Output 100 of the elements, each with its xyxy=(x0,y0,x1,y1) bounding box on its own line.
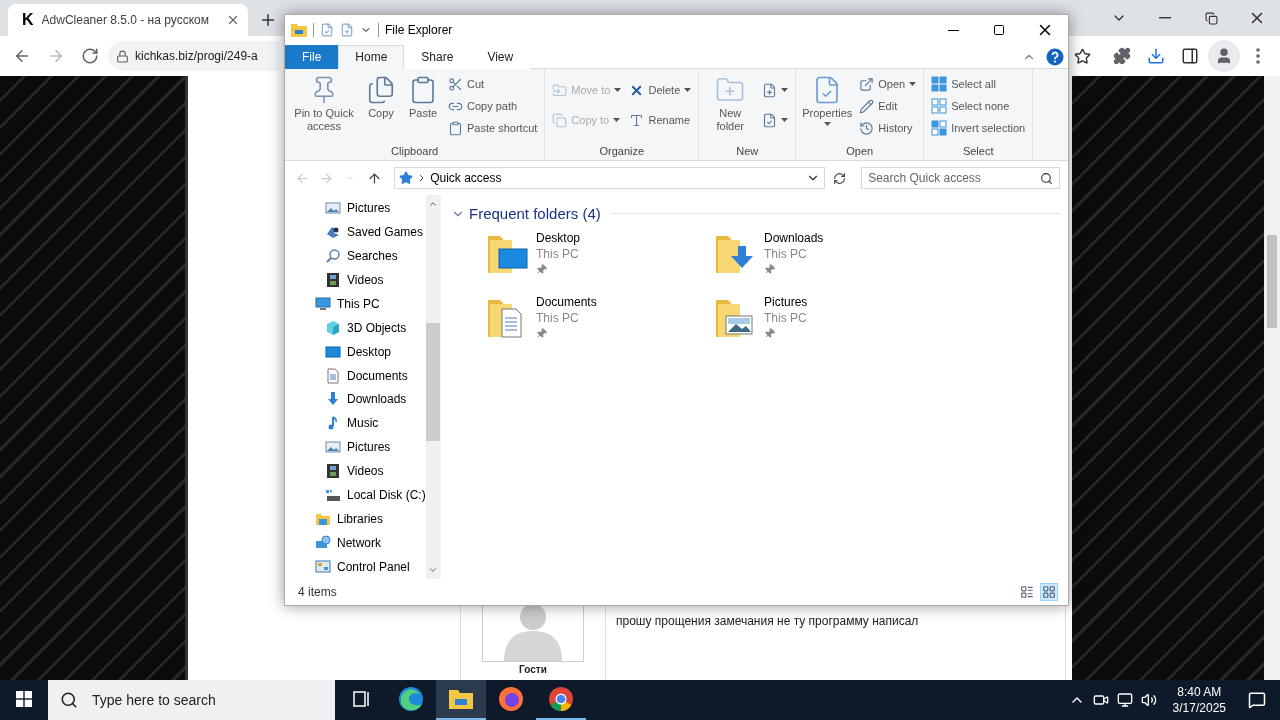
plus-icon xyxy=(259,11,277,29)
folder-name[interactable]: Desktop xyxy=(536,230,581,246)
nav-item[interactable]: Desktop xyxy=(285,339,426,364)
nav-item[interactable]: Libraries xyxy=(285,507,426,532)
nav-item[interactable]: Documents xyxy=(285,363,426,388)
address-field[interactable]: Quick access xyxy=(394,167,826,189)
search-field[interactable]: Search Quick access xyxy=(861,167,1061,189)
nav-scrollbar[interactable] xyxy=(425,195,441,579)
volume-icon[interactable] xyxy=(1140,692,1157,708)
maximize-icon xyxy=(993,24,1005,36)
close-icon[interactable] xyxy=(226,13,240,27)
ribbon-button[interactable]: Pin to Quick access xyxy=(289,73,359,145)
nav-item[interactable]: Network xyxy=(285,531,426,556)
ribbon-button[interactable]: Copy xyxy=(361,73,401,145)
notifications-icon[interactable] xyxy=(1248,691,1266,709)
browser-tab[interactable]: K AdwCleaner 8.5.0 - на русском xyxy=(8,4,248,36)
search-icon xyxy=(325,247,341,264)
page-scrollbar[interactable] xyxy=(1264,76,1280,680)
puzzle-icon xyxy=(1113,47,1131,65)
network-status-icon[interactable] xyxy=(1116,692,1133,708)
reload-icon xyxy=(81,47,99,65)
nav-item[interactable]: 3D Objects xyxy=(285,315,426,340)
scissors-icon xyxy=(448,76,463,92)
nav-item[interactable]: Videos xyxy=(285,459,426,484)
ribbon-button[interactable]: Paste shortcut xyxy=(445,117,541,139)
nav-item[interactable]: Searches xyxy=(285,243,426,268)
side-panel-icon xyxy=(1181,47,1199,65)
ribbon-group-label: Clipboard xyxy=(390,145,440,159)
ribbon-button[interactable]: Invert selection xyxy=(928,117,1029,139)
ribbon-group-label: New xyxy=(735,145,760,159)
breadcrumb-item[interactable]: Quick access xyxy=(430,171,502,185)
person-icon xyxy=(1215,47,1233,65)
ribbon-button[interactable]: Select all xyxy=(928,73,1029,95)
ribbon-button[interactable]: Rename xyxy=(626,109,695,131)
film-icon xyxy=(325,271,341,288)
ribbon-group-label: Organize xyxy=(598,145,646,159)
copy-icon xyxy=(552,112,568,128)
folder-name[interactable]: Documents xyxy=(536,294,597,310)
arrow-right-icon xyxy=(319,170,335,186)
taskbar-search-field[interactable]: Type here to search xyxy=(48,680,335,720)
ribbon-button[interactable]: Open xyxy=(856,73,920,95)
search-icon xyxy=(60,691,78,709)
search-icon xyxy=(1040,171,1054,185)
ribbon-button[interactable]: Cut xyxy=(445,73,541,95)
comment-text: прошу прощения замечания не ту программу написал xyxy=(615,613,919,630)
monitor-icon xyxy=(315,295,331,312)
folder-location: This PC xyxy=(536,310,580,326)
list-icon xyxy=(1020,585,1034,599)
camera-icon[interactable] xyxy=(1092,692,1109,708)
star-icon xyxy=(1073,47,1091,65)
history-icon xyxy=(859,120,875,136)
taskbar-app[interactable] xyxy=(436,680,486,720)
profile-button[interactable] xyxy=(1208,40,1240,72)
invert-selection-icon xyxy=(931,120,948,136)
arrow-right-icon xyxy=(47,47,65,65)
landscape-icon xyxy=(325,439,341,456)
comment-author: Гости xyxy=(519,664,547,675)
nav-item[interactable]: Downloads xyxy=(285,387,426,412)
large-icons-view-button[interactable] xyxy=(1040,583,1058,601)
nav-item[interactable]: Control Panel xyxy=(285,555,426,579)
new-file-icon xyxy=(762,82,778,98)
ribbon-button[interactable]: Copy path xyxy=(445,95,541,117)
folder-location: This PC xyxy=(764,310,808,326)
document-icon xyxy=(762,112,778,128)
folder-name[interactable]: Pictures xyxy=(764,294,808,310)
section-header[interactable]: Frequent folders (4) xyxy=(469,205,601,222)
nav-item[interactable]: Videos xyxy=(285,267,426,292)
folder-location: This PC xyxy=(764,246,808,262)
nav-item[interactable]: This PC xyxy=(285,291,426,316)
folder-name[interactable]: Downloads xyxy=(764,230,824,246)
help-icon[interactable] xyxy=(1046,47,1064,66)
copy-icon xyxy=(366,75,396,105)
tab-title: AdwCleaner 8.5.0 - на русском xyxy=(41,13,210,27)
refresh-icon xyxy=(832,171,846,185)
nav-item[interactable]: Pictures xyxy=(285,435,426,460)
ribbon-tab[interactable]: Home xyxy=(338,45,405,69)
nav-item[interactable]: Saved Games xyxy=(285,219,426,244)
site-favicon: K xyxy=(22,11,34,29)
ribbon-button[interactable]: Select none xyxy=(928,95,1029,117)
folder-arrow-icon xyxy=(552,82,568,98)
ribbon-button[interactable]: History xyxy=(856,117,920,139)
ribbon-button[interactable]: Properties xyxy=(800,73,855,145)
cube-icon xyxy=(325,319,341,336)
scroll-up-icon xyxy=(428,199,439,209)
ribbon-button[interactable]: New folder xyxy=(703,73,758,145)
edit-icon xyxy=(859,98,875,114)
ribbon-button[interactable]: Delete xyxy=(626,79,695,101)
nav-item[interactable]: Local Disk (C:) xyxy=(285,483,426,508)
download-icon xyxy=(1147,47,1165,65)
ribbon-button[interactable]: Paste xyxy=(403,73,443,145)
nav-item[interactable]: Music xyxy=(285,411,426,436)
clock[interactable]: 8:40 AM 3/17/2025 xyxy=(1172,684,1226,716)
ribbon-tab[interactable]: File xyxy=(285,45,339,69)
nav-item[interactable]: Pictures xyxy=(285,196,426,220)
ribbon-button[interactable]: Edit xyxy=(856,95,920,117)
details-view-button[interactable] xyxy=(1018,583,1036,601)
address-bar[interactable]: kichkas.biz/progi/249-a xyxy=(108,41,280,71)
document-icon xyxy=(325,367,341,384)
minimize-icon xyxy=(947,29,959,31)
folder-icon xyxy=(315,511,331,528)
